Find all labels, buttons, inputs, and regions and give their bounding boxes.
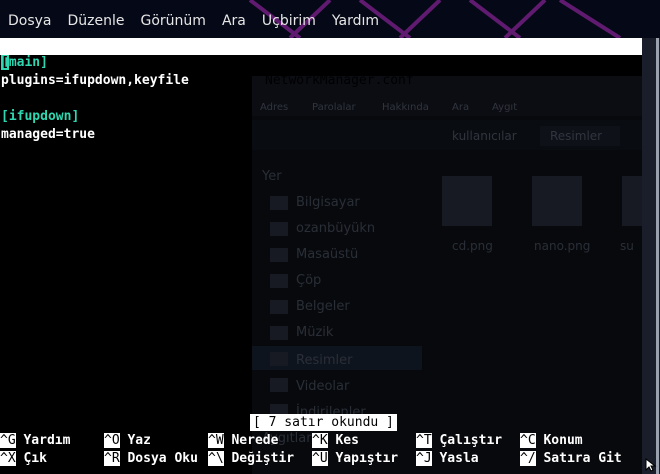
editor-line-4: [ifupdown]	[1, 109, 80, 124]
ghost-place-5: Müzik	[296, 325, 334, 340]
shortcut-key: ^J	[416, 451, 432, 466]
ghost-toolbar-1: Parolalar	[312, 102, 357, 113]
menu-g-r-n-m[interactable]: Görünüm	[133, 10, 214, 32]
menu-u-birim[interactable]: Uçbirim	[254, 10, 324, 32]
shortcut-key: ^/	[520, 451, 536, 466]
ghost-toolbar-2: Hakkında	[382, 102, 429, 113]
ghost-home-label: kullanıcılar	[452, 129, 517, 143]
shortcut-3[interactable]: ^R Dosya Oku	[104, 450, 198, 467]
shortcut-key: ^R	[104, 451, 120, 466]
shortcut-key: ^W	[208, 433, 224, 448]
ghost-place-2: Masaüstü	[296, 247, 358, 262]
shortcut-label: Nerede	[231, 433, 279, 448]
menu-yard-m[interactable]: Yardım	[324, 10, 387, 32]
shortcut-5[interactable]: ^\ Değiştir	[208, 450, 294, 467]
mouse-pointer-icon	[645, 458, 657, 472]
shortcut-1[interactable]: ^X Çık	[0, 450, 47, 467]
shortcut-key: ^K	[312, 433, 328, 448]
scrollbar[interactable]	[642, 38, 660, 474]
shortcut-9[interactable]: ^J Yasla	[416, 450, 479, 467]
nano-title-bar: GNU nano 6.4 NetworkManager.conf	[0, 38, 642, 88]
shortcut-label: Dosya Oku	[127, 451, 198, 466]
ghost-toolbar-3: Ara	[452, 102, 469, 113]
ghost-toolbar-0: Adres	[260, 102, 288, 113]
ghost-file-1: nano.png	[534, 239, 590, 253]
shortcut-label: Yasla	[439, 451, 479, 466]
ghost-place-7: Videolar	[296, 379, 350, 394]
shortcut-11[interactable]: ^/ Satıra Git	[520, 450, 622, 467]
status-message: [ 7 satır okundu ]	[250, 414, 397, 431]
text-cursor: [	[1, 55, 9, 70]
shortcut-8[interactable]: ^T Çalıştır	[416, 432, 502, 449]
shortcut-key: ^T	[416, 433, 432, 448]
shortcut-key: ^C	[520, 433, 536, 448]
menu-ara[interactable]: Ara	[214, 10, 254, 32]
shortcut-label: Yardım	[23, 433, 71, 448]
shortcut-key: ^\	[208, 451, 224, 466]
ghost-places-header: Yer	[261, 169, 282, 184]
ghost-toolbar-4: Aygıt	[492, 102, 517, 113]
shortcut-4[interactable]: ^W Nerede	[208, 432, 278, 449]
shortcut-label: Değiştir	[231, 451, 295, 466]
ghost-file-2: su	[620, 239, 634, 253]
file-name: NetworkManager.conf	[265, 73, 414, 88]
shortcut-10[interactable]: ^C Konum	[520, 432, 583, 449]
editor-line-2: plugins=ifupdown,keyfile	[1, 73, 189, 88]
shortcut-2[interactable]: ^O Yaz	[104, 432, 151, 449]
shortcut-key: ^O	[104, 433, 120, 448]
shortcut-key: ^X	[0, 451, 16, 466]
ghost-file-0: cd.png	[452, 239, 493, 253]
ghost-place-3: Çöp	[296, 273, 321, 288]
shortcut-key: ^G	[0, 433, 16, 448]
menu-items: Dosya Düzenle Görünüm Ara Uçbirim Yardım	[0, 10, 387, 32]
ghost-place-1: ozanbüyükn	[296, 221, 375, 236]
shortcut-7[interactable]: ^U Yapıştır	[312, 450, 398, 467]
ghost-place-6: Resimler	[296, 353, 353, 368]
shortcut-0[interactable]: ^G Yardım	[0, 432, 70, 449]
shortcut-label: Yapıştır	[335, 451, 399, 466]
shortcut-label: Konum	[543, 433, 583, 448]
shortcut-6[interactable]: ^K Kes	[312, 432, 359, 449]
shortcut-label: Kes	[335, 433, 359, 448]
shortcut-label: Çık	[23, 451, 47, 466]
editor-line-1: [main]	[1, 54, 48, 71]
shortcut-label: Satıra Git	[543, 451, 622, 466]
menu-dosya[interactable]: Dosya	[0, 10, 60, 32]
ghost-place-4: Belgeler	[296, 299, 350, 314]
menu-d-zenle[interactable]: Düzenle	[60, 10, 133, 32]
ghost-action: Resimler	[550, 129, 602, 143]
scrollbar-thumb[interactable]	[656, 38, 659, 474]
terminal[interactable]: Adres Parolalar Hakkında Ara Aygıt kulla…	[0, 38, 642, 474]
editor-line-5: managed=true	[1, 127, 95, 142]
shortcut-label: Yaz	[127, 433, 151, 448]
shortcut-label: Çalıştır	[439, 433, 503, 448]
menu-bar: Dosya Düzenle Görünüm Ara Uçbirim Yardım	[0, 0, 660, 38]
section-header: main]	[8, 55, 48, 70]
ghost-place-0: Bilgisayar	[296, 195, 360, 210]
shortcut-key: ^U	[312, 451, 328, 466]
